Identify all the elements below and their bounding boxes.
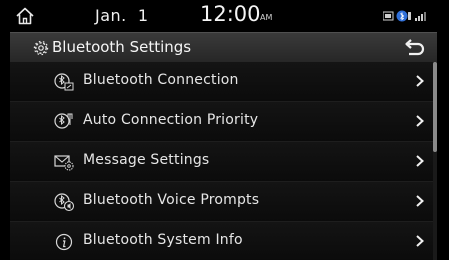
date-display: Jan. 1 [95,6,149,25]
status-icons [383,10,426,22]
bluetooth-voice-icon [54,193,75,212]
status-bar: Jan. 1 12:00 AM [10,0,437,32]
bluetooth-priority-icon [54,113,73,129]
menu-item-label: Bluetooth Connection [83,72,239,88]
menu-item-label: Bluetooth Voice Prompts [83,192,260,208]
menu-item-label: Bluetooth System Info [83,232,243,248]
menu-item-label: Message Settings [83,152,210,168]
media-icon [383,11,394,21]
chevron-right-icon [416,155,424,167]
menu-item-auto-connection-priority[interactable]: Auto Connection Priority [10,102,437,142]
signal-icon [415,12,426,21]
menu-item-bluetooth-system-info[interactable]: Bluetooth System Info [10,222,437,260]
bluetooth-settings-screen: Jan. 1 12:00 AM Bluetooth Settings Bluet… [10,0,437,260]
menu-item-label: Auto Connection Priority [83,112,259,128]
bluetooth-phone-icon [396,10,411,22]
chevron-right-icon [416,75,424,87]
info-icon [55,233,73,251]
menu-item-bluetooth-connection[interactable]: Bluetooth Connection [10,62,437,102]
chevron-right-icon [416,115,424,127]
scrollbar[interactable] [433,62,437,260]
chevron-right-icon [416,235,424,247]
ampm-indicator: AM [260,13,273,22]
menu-item-message-settings[interactable]: Message Settings [10,142,437,182]
settings-menu-list: Bluetooth Connection Auto Connection Pri… [10,62,437,260]
menu-item-bluetooth-voice-prompts[interactable]: Bluetooth Voice Prompts [10,182,437,222]
message-settings-icon [54,155,74,171]
gear-icon [33,40,49,56]
scrollbar-thumb[interactable] [433,62,437,152]
bluetooth-connection-icon [54,73,74,91]
title-bar: Bluetooth Settings [10,32,437,64]
page-title: Bluetooth Settings [52,38,192,56]
back-arrow-icon[interactable] [399,37,429,59]
chevron-right-icon [416,195,424,207]
clock-display: 12:00 [200,2,261,26]
home-icon[interactable] [14,5,36,27]
